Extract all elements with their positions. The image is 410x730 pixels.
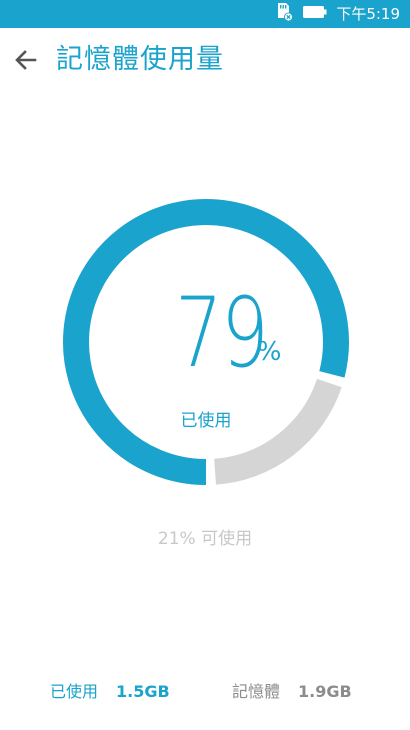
used-label: 已使用 — [180, 411, 232, 431]
used-percent-value: 79 — [174, 277, 269, 389]
memory-stats: 已使用 1.5GB 記憶體 1.9GB — [0, 680, 410, 704]
status-icons: 下午5:19 — [274, 2, 400, 26]
arrow-left-icon — [15, 50, 37, 70]
total-stat-label: 記憶體 — [232, 682, 281, 701]
used-stat-label: 已使用 — [50, 682, 99, 701]
page-title: 記憶體使用量 — [56, 44, 224, 75]
available-text: 21% 可使用 — [157, 529, 253, 549]
status-bar: 下午5:19 — [0, 0, 410, 28]
total-stat: 記憶體 1.9GB — [232, 680, 352, 704]
back-button[interactable] — [6, 40, 46, 80]
battery-icon — [302, 4, 328, 24]
app-bar: 記憶體使用量 — [0, 28, 410, 92]
sd-card-icon — [274, 2, 294, 26]
used-stat-value: 1.5GB — [116, 682, 170, 701]
used-stat: 已使用 1.5GB — [50, 680, 170, 704]
total-stat-value: 1.9GB — [298, 682, 352, 701]
percent-readout: 79% — [60, 278, 352, 388]
memory-gauge: 79% 已使用 — [60, 196, 352, 488]
status-time: 下午5:19 — [336, 5, 400, 23]
